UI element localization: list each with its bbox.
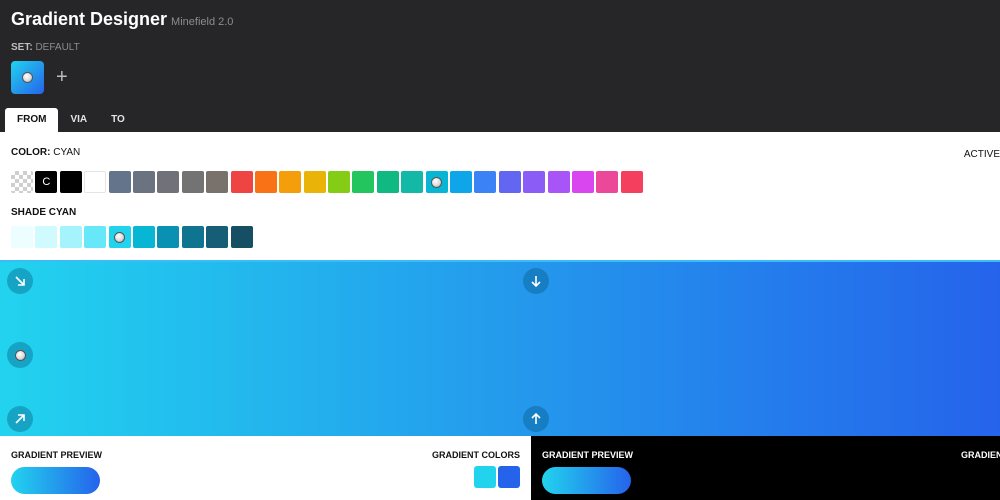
- shade-label-value: CYAN: [48, 207, 77, 218]
- color-swatch[interactable]: [303, 171, 326, 193]
- color-swatch-row: C: [11, 171, 645, 193]
- shade-swatch[interactable]: [59, 226, 82, 248]
- color-swatch[interactable]: [328, 171, 351, 193]
- color-swatch[interactable]: [547, 171, 570, 193]
- shade-label-key: SHADE: [11, 207, 47, 218]
- preview-panel-light: GRADIENT PREVIEW GRADIENT COLORS: [0, 436, 531, 500]
- color-swatch[interactable]: [425, 171, 448, 193]
- shade-label: SHADE CYAN: [11, 207, 76, 218]
- color-swatch[interactable]: [474, 171, 497, 193]
- color-swatch[interactable]: [59, 171, 82, 193]
- set-key: SET:: [11, 42, 33, 53]
- color-label-value: CYAN: [53, 147, 81, 158]
- shade-swatch[interactable]: [230, 226, 253, 248]
- gradient-preview-label-dark: GRADIENT PREVIEW: [542, 450, 634, 460]
- active-label: ACTIVE: [963, 149, 1000, 160]
- color-swatch[interactable]: [157, 171, 180, 193]
- gradient-preview-area: [0, 260, 1000, 436]
- color-label-key: COLOR:: [11, 147, 51, 158]
- shade-swatch[interactable]: [108, 226, 131, 248]
- tab-from[interactable]: FROM: [5, 108, 59, 132]
- direction-right-button[interactable]: [7, 342, 33, 368]
- color-swatch[interactable]: [571, 171, 594, 193]
- color-swatch[interactable]: [108, 171, 131, 193]
- color-swatch[interactable]: [254, 171, 277, 193]
- swatch-transparent[interactable]: [11, 171, 33, 193]
- gradient-preview-label: GRADIENT PREVIEW: [11, 450, 103, 460]
- arrow-up-right-icon: [15, 414, 25, 424]
- gradient-colors-label-dark: GRADIENT COLORS: [961, 450, 1000, 460]
- app-title-text: Gradient Designer: [11, 9, 168, 29]
- add-gradient-button[interactable]: +: [56, 64, 68, 90]
- direction-bottom-right-button[interactable]: [7, 268, 33, 294]
- shade-swatch[interactable]: [132, 226, 155, 248]
- arrow-down-icon: [531, 276, 541, 287]
- gradient-thumbnail[interactable]: [11, 61, 44, 94]
- direction-top-button[interactable]: [523, 406, 549, 432]
- color-swatch[interactable]: [279, 171, 302, 193]
- color-swatch[interactable]: [401, 171, 424, 193]
- gradient-preview-pill-dark: [542, 467, 631, 494]
- gradient-color-from-chip[interactable]: [474, 466, 496, 488]
- color-swatch[interactable]: [230, 171, 253, 193]
- tab-to[interactable]: TO: [99, 108, 137, 132]
- app-title: Gradient Designer Minefield 2.0: [11, 9, 233, 30]
- color-swatch[interactable]: [181, 171, 204, 193]
- color-swatch[interactable]: [376, 171, 399, 193]
- shade-swatch[interactable]: [206, 226, 229, 248]
- color-swatch[interactable]: [132, 171, 155, 193]
- selected-knob-icon: [431, 176, 443, 188]
- set-value: DEFAULT: [35, 42, 80, 53]
- app-header: Gradient Designer Minefield 2.0 SET: DEFA…: [0, 0, 1000, 132]
- color-swatch[interactable]: [450, 171, 473, 193]
- color-swatch[interactable]: [206, 171, 229, 193]
- shade-swatch[interactable]: [181, 226, 204, 248]
- color-swatch[interactable]: [498, 171, 521, 193]
- direction-bottom-button[interactable]: [523, 268, 549, 294]
- direction-top-right-button[interactable]: [7, 406, 33, 432]
- set-label: SET: DEFAULT: [11, 42, 80, 53]
- swatch-current[interactable]: C: [35, 171, 58, 193]
- gradient-colors-label: GRADIENT COLORS: [431, 450, 520, 460]
- selected-knob-icon: [114, 231, 126, 243]
- preview-panel-dark: GRADIENT PREVIEW GRADIENT COLORS: [531, 436, 1000, 500]
- app-version: Minefield 2.0: [171, 16, 234, 28]
- color-swatch[interactable]: [352, 171, 375, 193]
- shade-swatch[interactable]: [35, 226, 58, 248]
- arrow-up-icon: [531, 413, 541, 424]
- color-swatch[interactable]: [523, 171, 546, 193]
- stop-tabs: FROM VIA TO: [5, 108, 137, 132]
- gradient-preview-pill: [11, 467, 100, 494]
- color-swatch[interactable]: [84, 171, 107, 193]
- arrow-down-right-icon: [15, 276, 25, 286]
- color-label: COLOR: CYAN: [11, 147, 80, 158]
- gradient-color-to-chip[interactable]: [498, 466, 520, 488]
- selected-knob-icon: [22, 72, 33, 83]
- selected-knob-icon: [14, 349, 26, 361]
- shade-swatch-row: [11, 226, 255, 248]
- tab-via[interactable]: VIA: [58, 108, 99, 132]
- shade-swatch[interactable]: [84, 226, 107, 248]
- shade-swatch[interactable]: [157, 226, 180, 248]
- shade-swatch[interactable]: [11, 226, 33, 248]
- color-swatch[interactable]: [596, 171, 619, 193]
- color-swatch[interactable]: [620, 171, 643, 193]
